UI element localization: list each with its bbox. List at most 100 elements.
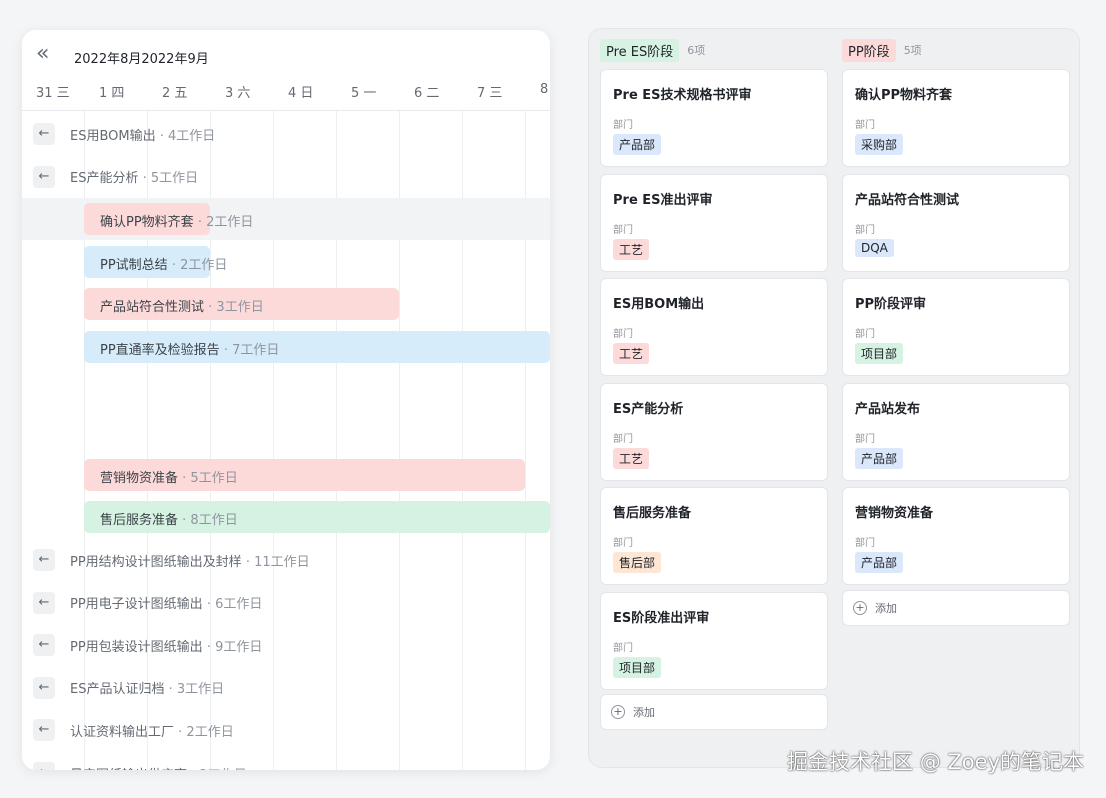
arrow-left-icon[interactable]: ←: [33, 123, 55, 145]
card-field-label: 部门: [613, 329, 633, 340]
task-label: ES产能分析 · 5工作日: [70, 167, 198, 186]
task-label: 量产图纸输出供应商 · 2工作日: [70, 764, 247, 771]
arrow-left-icon[interactable]: ←: [33, 762, 55, 770]
task-duration: · 9工作日: [206, 639, 263, 655]
department-tag: 工艺: [613, 447, 650, 469]
column-title-tag: PP阶段: [842, 38, 896, 62]
department-tag: 产品部: [855, 552, 904, 573]
card-title: Pre ES技术规格书评审: [613, 88, 752, 103]
task-name: ES产能分析: [70, 171, 139, 187]
task-row[interactable]: ← ES产品认证归档 · 3工作日: [22, 673, 550, 703]
department-tag: 工艺: [613, 238, 650, 260]
department-tag: 产品部: [613, 134, 662, 155]
card-title: 售后服务准备: [613, 506, 692, 521]
task-row[interactable]: ← PP用结构设计图纸输出及封样 · 11工作日: [22, 545, 550, 575]
column-header: Pre ES阶段 6项: [600, 38, 705, 62]
task-name: PP试制总结: [100, 257, 168, 273]
card-title: ES阶段准出评审: [613, 610, 710, 626]
department-tag: DQA: [855, 238, 894, 257]
column-count: 5项: [903, 44, 922, 57]
task-duration: · 2工作日: [178, 724, 234, 740]
task-duration: · 8工作日: [182, 513, 238, 529]
task-name: PP用包装设计图纸输出: [70, 639, 203, 655]
day-label: 3 六: [225, 86, 251, 101]
card-field-label: 部门: [613, 433, 633, 445]
add-card-button[interactable]: + 添加: [842, 589, 1070, 626]
kanban-card[interactable]: PP阶段评审部门项目部: [842, 278, 1070, 376]
kanban-card[interactable]: Pre ES技术规格书评审 部门 产品部: [600, 69, 828, 167]
task-row[interactable]: ← PP用包装设计图纸输出 · 9工作日: [22, 630, 550, 660]
department-tag: 采购部: [855, 134, 904, 155]
task-row[interactable]: ← ES用BOM输出 · 4工作日: [22, 119, 550, 149]
card-title: 确认PP物料齐套: [855, 88, 953, 103]
card-title: 营销物资准备: [855, 506, 934, 521]
task-bar-label: 确认PP物料齐套 · 2工作日: [100, 211, 253, 230]
task-label: PP用包装设计图纸输出 · 9工作日: [70, 636, 262, 655]
task-duration: · 3工作日: [168, 682, 225, 698]
task-label: PP用电子设计图纸输出 · 6工作日: [70, 593, 262, 612]
column-header: PP阶段 5项: [842, 38, 922, 62]
task-bar-label: PP试制总结 · 2工作日: [100, 254, 227, 273]
add-label: 添加: [875, 601, 897, 615]
kanban-card[interactable]: 营销物资准备 部门 产品部: [842, 487, 1070, 585]
column-title-tag: Pre ES阶段: [600, 38, 680, 62]
task-row[interactable]: ← 认证资料输出工厂 · 2工作日: [22, 715, 550, 745]
department-tag: 售后部: [613, 552, 662, 573]
department-tag: 项目部: [855, 343, 904, 364]
task-duration: · 5工作日: [142, 171, 199, 187]
task-duration: · 6工作日: [206, 597, 263, 613]
plus-circle-icon: +: [853, 600, 867, 615]
card-field-label: 部门: [613, 224, 633, 236]
arrow-left-icon[interactable]: ←: [33, 165, 55, 188]
task-duration: · 2工作日: [197, 215, 254, 231]
kanban-column: PP阶段 5项 确认PP物料齐套 部门 采购部 产品站符合性测试 部门 DQA PP阶段评审 部门…: [842, 29, 1070, 767]
task-row[interactable]: ← ES产能分析 · 5工作日: [22, 162, 550, 192]
day-label: 2 五: [162, 86, 188, 101]
task-bar-label: 营销物资准备 · 5工作日: [100, 467, 238, 486]
card-field-label: 部门: [855, 329, 875, 340]
kanban-card[interactable]: ES阶段准出评审 部门 项目部: [600, 591, 828, 690]
arrow-left-icon[interactable]: ←: [33, 676, 55, 699]
arrow-left-icon[interactable]: ←: [33, 719, 55, 742]
card-field-label: 部门: [613, 642, 633, 654]
plus-circle-icon: +: [611, 705, 625, 719]
card-field-label: 部门: [855, 433, 875, 445]
kanban-card[interactable]: 确认PP物料齐套 部门 采购部: [842, 69, 1070, 167]
add-card-button[interactable]: + 添加: [600, 694, 828, 730]
day-label: 7 三: [477, 86, 503, 101]
month-label: 2022年8月2022年9月: [74, 52, 209, 67]
department-tag: 产品部: [855, 447, 904, 469]
kanban-card[interactable]: ES用BOM输出 部门 工艺: [600, 278, 828, 376]
task-duration: · 2工作日: [191, 768, 247, 771]
gantt-header: « 2022年8月2022年9月 31 三 1 四 2 五 3 六 4 日 5 一 6 二 7…: [22, 30, 550, 110]
arrow-left-icon[interactable]: ←: [33, 634, 55, 657]
task-label: PP用结构设计图纸输出及封样 · 11工作日: [70, 551, 310, 570]
task-duration: · 11工作日: [245, 554, 310, 570]
day-label: 8: [540, 82, 549, 97]
kanban-card[interactable]: Pre ES准出评审 部门 工艺: [600, 173, 828, 272]
watermark: 掘金技术社区 @ Zoey的笔记本: [787, 750, 1084, 774]
task-name: 售后服务准备: [100, 513, 179, 529]
day-label: 5 一: [351, 86, 377, 101]
task-name: 认证资料输出工厂: [70, 724, 175, 740]
gantt-panel: « 2022年8月2022年9月 31 三 1 四 2 五 3 六 4 日 5 一 6 二 7…: [22, 30, 550, 770]
task-label: 认证资料输出工厂 · 2工作日: [70, 721, 234, 740]
kanban-column: Pre ES阶段 6项 Pre ES技术规格书评审 部门 产品部 Pre ES准出评审 部门…: [600, 29, 828, 767]
card-title: PP阶段评审: [855, 297, 927, 312]
arrow-left-icon[interactable]: ←: [33, 591, 55, 614]
kanban-card[interactable]: 售后服务准备 部门 售后部: [600, 487, 828, 585]
kanban-card[interactable]: 产品站符合性测试 部门 DQA: [842, 173, 1070, 272]
task-row[interactable]: ← 量产图纸输出供应商 · 2工作日: [22, 758, 550, 770]
task-duration: · 2工作日: [171, 257, 228, 273]
task-name: PP用结构设计图纸输出及封样: [70, 554, 242, 570]
card-title: 产品站符合性测试: [855, 192, 960, 208]
arrow-left-icon[interactable]: ←: [33, 549, 55, 571]
gantt-timeline: ← ES用BOM输出 · 4工作日 ← ES产能分析 · 5工作日 确认PP物料齐套 ·…: [22, 111, 550, 770]
collapse-double-chevron-icon[interactable]: «: [36, 42, 49, 66]
day-label: 4 日: [288, 86, 314, 101]
kanban-card[interactable]: 产品站发布部门产品部: [842, 382, 1070, 481]
card-title: 产品站发布: [855, 401, 921, 417]
kanban-card[interactable]: ES产能分析 部门 工艺: [600, 382, 828, 481]
day-label: 6 二: [414, 86, 440, 101]
task-row[interactable]: ← PP用电子设计图纸输出 · 6工作日: [22, 588, 550, 618]
